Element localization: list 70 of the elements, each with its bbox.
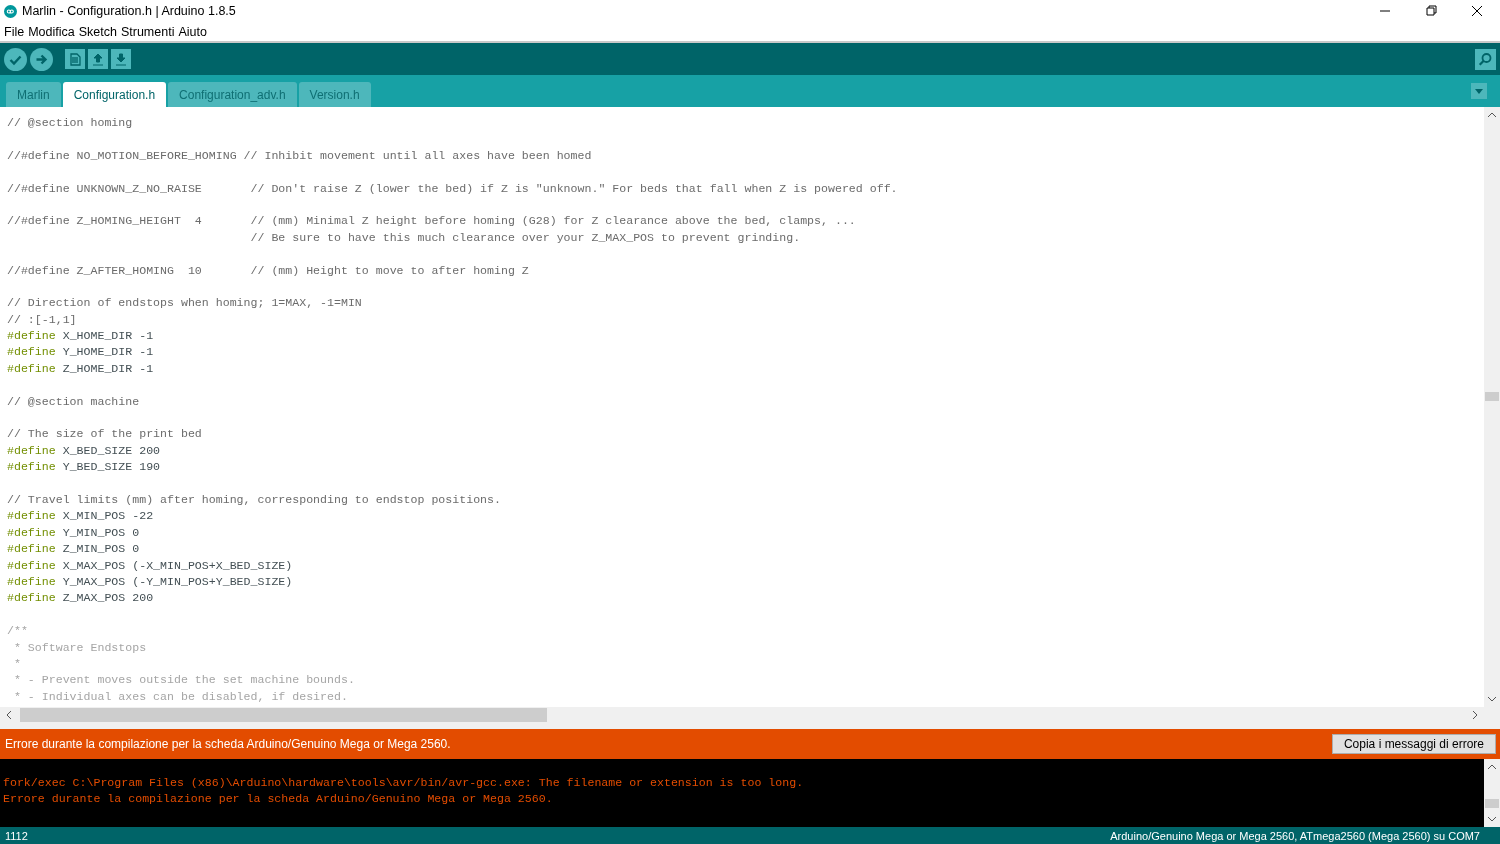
scroll-right-icon[interactable] xyxy=(1472,710,1478,720)
code-keyword: #define xyxy=(7,509,56,523)
save-button[interactable] xyxy=(111,49,131,69)
code-keyword: #define xyxy=(7,574,56,588)
code-comment: // Be sure to have this much clearance over your Z_MAX_POS to prevent grinding. xyxy=(249,230,801,244)
scroll-down-icon[interactable] xyxy=(1487,696,1497,702)
copy-errors-button[interactable]: Copia i messaggi di errore xyxy=(1331,734,1496,754)
code-text: Z_HOME_DIR -1 xyxy=(62,361,154,375)
vertical-scrollbar[interactable] xyxy=(1484,107,1500,707)
code-keyword: #define xyxy=(7,329,56,343)
code-comment: // @section machine xyxy=(7,394,140,408)
scrollbar-thumb[interactable] xyxy=(1485,392,1499,401)
menu-item[interactable]: Aiuto xyxy=(177,24,210,39)
menu-item[interactable]: Strumenti xyxy=(119,24,178,39)
code-keyword: #define xyxy=(7,542,56,556)
code-text: X_MAX_POS (-X_MIN_POS+X_BED_SIZE) xyxy=(62,558,293,572)
board-info: Arduino/Genuino Mega or Mega 2560, ATmega2560 (Mega 2560) su COM7 xyxy=(1110,830,1480,842)
code-comment: // The size of the print bed xyxy=(7,427,202,441)
code-text: Y_HOME_DIR -1 xyxy=(62,345,154,359)
code-comment: // Direction of endstops when homing; 1=MAX, -1=MIN xyxy=(7,296,362,310)
scroll-up-icon[interactable] xyxy=(1487,764,1497,770)
scrollbar-thumb[interactable] xyxy=(1485,799,1499,808)
upload-button[interactable] xyxy=(30,47,53,71)
serial-monitor-button[interactable] xyxy=(1475,48,1496,70)
code-keyword: #define xyxy=(7,558,56,572)
line-number: 1112 xyxy=(5,830,29,842)
code-comment: //#define Z_AFTER_HOMING 10 // (mm) Height to move to after homing Z xyxy=(7,263,529,277)
code-keyword: #define xyxy=(7,460,56,474)
code-keyword: #define xyxy=(7,361,56,375)
code-comment: // @section homing xyxy=(7,116,133,129)
code-text: Z_MAX_POS 200 xyxy=(62,591,154,605)
app-logo-icon xyxy=(4,4,17,18)
code-keyword: #define xyxy=(7,525,56,539)
code-comment: //#define NO_MOTION_BEFORE_HOMING // Inhibit movement until all axes have been homed xyxy=(7,148,592,162)
menu-item[interactable]: Modifica xyxy=(27,24,78,39)
new-button[interactable] xyxy=(65,49,85,69)
code-keyword: #define xyxy=(7,591,56,605)
code-comment: //#define Z_HOMING_HEIGHT 4 // (mm) Minimal Z height before homing (G28) for Z clearance above the bed, clamps, ... xyxy=(7,214,856,228)
code-comment: * xyxy=(12,656,21,670)
code-text: Y_MAX_POS (-Y_MIN_POS+Y_BED_SIZE) xyxy=(62,574,293,588)
code-text: Y_BED_SIZE 190 xyxy=(62,460,161,474)
window-title: Marlin - Configuration.h | Arduino 1.8.5 xyxy=(22,4,237,18)
console-line: Errore durante la compilazione per la scheda Arduino/Genuino Mega or Mega 2560. xyxy=(3,791,554,808)
menu-item[interactable]: Sketch xyxy=(77,24,120,39)
error-message: Errore durante la compilazione per la scheda Arduino/Genuino Mega or Mega 2560. xyxy=(5,737,452,751)
code-text: X_HOME_DIR -1 xyxy=(62,329,154,343)
scroll-up-icon[interactable] xyxy=(1487,112,1497,118)
code-comment: // :[-1,1] xyxy=(7,312,77,326)
menu-item[interactable]: File xyxy=(3,24,28,39)
open-button[interactable] xyxy=(88,49,108,69)
vertical-scrollbar[interactable] xyxy=(1484,759,1500,827)
code-comment: // Travel limits (mm) after homing, corresponding to endstop positions. xyxy=(7,493,501,506)
code-text: X_MIN_POS -22 xyxy=(62,509,154,523)
code-comment: * Software Endstops xyxy=(12,640,147,654)
scroll-down-icon[interactable] xyxy=(1487,816,1497,822)
code-keyword: #define xyxy=(7,443,56,457)
horizontal-scrollbar[interactable] xyxy=(0,707,1500,723)
code-text: X_BED_SIZE 200 xyxy=(62,443,161,457)
code-comment: //#define UNKNOWN_Z_NO_RAISE // Don't raise Z (lower the bed) if Z is "unknown." For beds that fall when Z is powered off. xyxy=(7,181,898,195)
console-line: fork/exec C:\Program Files (x86)\Arduino\hardware\tools\avr/bin/avr-gcc.exe: The filename or extension is too long. xyxy=(3,775,805,791)
scroll-left-icon[interactable] xyxy=(6,710,12,720)
verify-button[interactable] xyxy=(4,47,27,71)
code-keyword: #define xyxy=(7,345,56,359)
code-comment: /** xyxy=(7,624,28,638)
file-tab[interactable]: Configuration.h xyxy=(62,82,167,107)
scrollbar-thumb[interactable] xyxy=(20,708,547,722)
code-comment: * - Prevent moves outside the set machine bounds. xyxy=(12,673,355,687)
code-text: Z_MIN_POS 0 xyxy=(62,542,140,556)
code-text: Y_MIN_POS 0 xyxy=(62,525,140,539)
code-comment: * - Individual axes can be disabled, if desired. xyxy=(12,689,348,703)
